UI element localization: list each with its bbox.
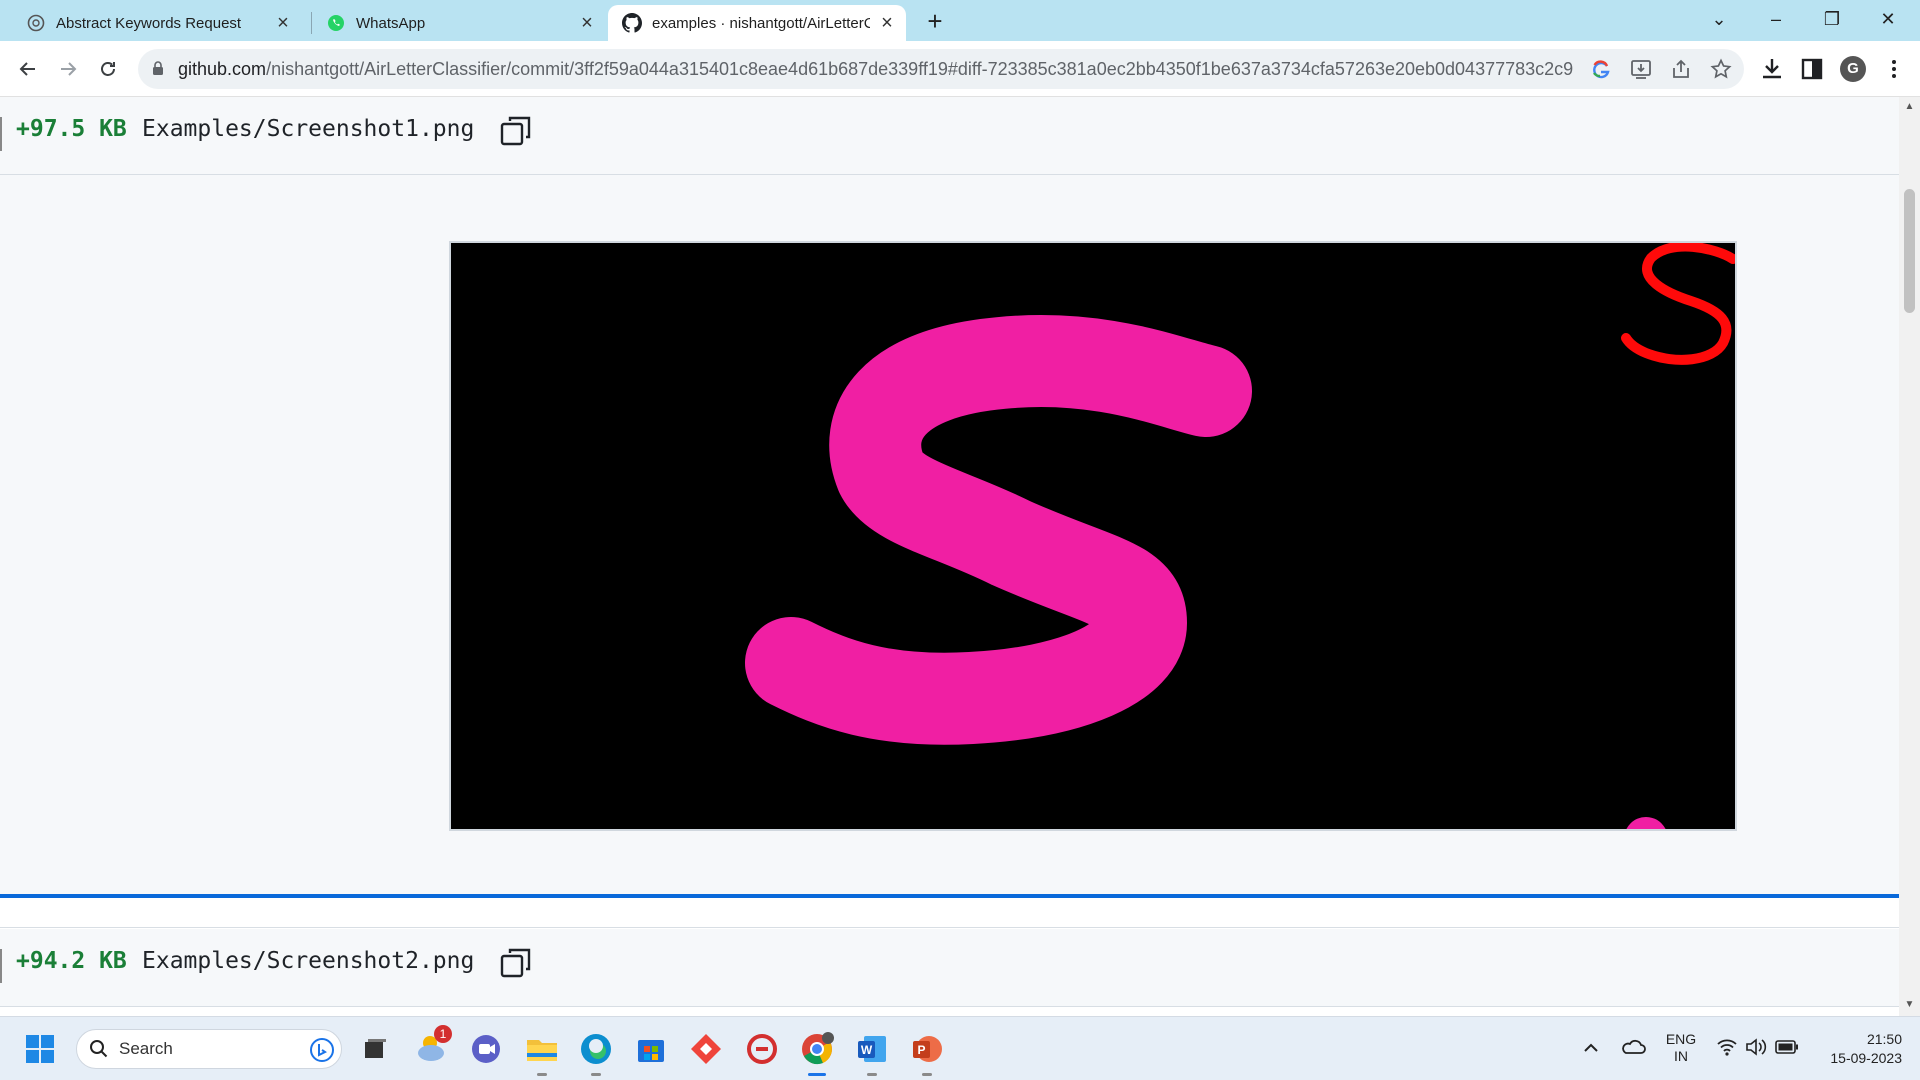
file-header: +97.5 KB Examples/Screenshot1.png: [0, 97, 1899, 175]
teams-chat-icon[interactable]: [468, 1031, 504, 1067]
search-icon: [90, 1040, 108, 1058]
close-tab-icon[interactable]: ×: [878, 13, 896, 33]
clock-date: 15-09-2023: [1830, 1050, 1902, 1066]
close-tab-icon[interactable]: ×: [578, 13, 596, 33]
minimize-button[interactable]: –: [1754, 4, 1798, 34]
windows-start-icon[interactable]: [22, 1031, 58, 1067]
address-bar[interactable]: github.com/nishantgott/AirLetterClassifi…: [138, 49, 1744, 89]
running-indicator: [867, 1073, 877, 1076]
scroll-up-arrow-icon[interactable]: ▲: [1904, 101, 1915, 113]
microsoft-store-icon[interactable]: [633, 1031, 669, 1067]
restore-button[interactable]: ❐: [1810, 4, 1854, 34]
copy-path-icon[interactable]: [498, 113, 534, 149]
new-tab-button[interactable]: +: [921, 7, 949, 35]
whatsapp-icon: [326, 13, 346, 33]
app-red-circle-icon[interactable]: [744, 1031, 780, 1067]
tab-whatsapp[interactable]: WhatsApp ×: [312, 5, 606, 41]
weather-widget[interactable]: 1: [412, 1025, 452, 1067]
reload-button[interactable]: [92, 53, 124, 85]
google-lens-icon[interactable]: [1590, 58, 1612, 80]
url-domain: github.com: [178, 59, 267, 79]
side-panel-icon[interactable]: [1798, 55, 1826, 83]
region-code: IN: [1674, 1048, 1688, 1064]
browser-toolbar: github.com/nishantgott/AirLetterClassifi…: [0, 41, 1920, 97]
file-name[interactable]: Examples/Screenshot1.png: [142, 97, 474, 167]
diff-content: +97.5 KB Examples/Screenshot1.png +94.2 …: [0, 97, 1899, 1016]
battery-icon[interactable]: [1775, 1039, 1799, 1055]
github-icon: [622, 13, 642, 33]
install-app-icon[interactable]: [1630, 58, 1652, 80]
image-preview: [449, 241, 1737, 831]
running-indicator: [537, 1073, 547, 1076]
share-icon[interactable]: [1670, 58, 1692, 80]
file-header-marker: [0, 949, 2, 983]
close-tab-icon[interactable]: ×: [274, 13, 292, 33]
page-scrollbar[interactable]: ▲ ▼: [1899, 97, 1920, 1016]
anydesk-icon[interactable]: [688, 1031, 724, 1067]
red-s-stroke: [1621, 243, 1735, 365]
file-separator: [0, 898, 1899, 928]
forward-button[interactable]: [52, 53, 84, 85]
more-menu-icon[interactable]: [1880, 55, 1908, 83]
powerpoint-icon[interactable]: P: [909, 1031, 945, 1067]
copy-path-icon[interactable]: [498, 945, 534, 981]
search-placeholder: Search: [119, 1039, 173, 1058]
scroll-down-arrow-icon[interactable]: ▼: [1904, 999, 1915, 1011]
tab-search-chevron-icon[interactable]: ⌄: [1697, 4, 1741, 34]
chatgpt-icon: [26, 13, 46, 33]
running-indicator: [922, 1073, 932, 1076]
language-code: ENG: [1665, 1031, 1697, 1047]
url-text[interactable]: github.com/nishantgott/AirLetterClassifi…: [178, 49, 1573, 89]
pink-dot-mark: [1626, 817, 1666, 829]
language-indicator[interactable]: ENG IN: [1662, 1031, 1700, 1065]
profile-avatar[interactable]: G: [1840, 56, 1866, 82]
file-explorer-icon[interactable]: [524, 1031, 560, 1067]
close-window-button[interactable]: ✕: [1866, 4, 1910, 34]
tab-title: examples · nishantgott/AirLetterC: [652, 14, 870, 32]
svg-text:P: P: [917, 1043, 925, 1057]
wifi-icon[interactable]: [1716, 1037, 1738, 1057]
tab-title: Abstract Keywords Request: [56, 14, 242, 32]
volume-icon[interactable]: [1745, 1037, 1767, 1057]
chrome-icon[interactable]: [799, 1031, 835, 1067]
weather-badge: 1: [434, 1025, 452, 1043]
tab-strip: Abstract Keywords Request × WhatsApp × e…: [0, 0, 1920, 41]
tab-abstract-keywords[interactable]: Abstract Keywords Request ×: [12, 5, 302, 41]
lock-icon: [153, 61, 163, 75]
file-header: +94.2 KB Examples/Screenshot2.png: [0, 929, 1899, 1007]
svg-text:W: W: [861, 1043, 873, 1057]
tab-github-examples[interactable]: examples · nishantgott/AirLetterC ×: [608, 5, 906, 41]
drawn-letter-s-image: [745, 243, 1735, 829]
clock[interactable]: 21:50 15-09-2023: [1812, 1030, 1902, 1068]
show-hidden-icons-chevron-icon[interactable]: [1582, 1041, 1600, 1055]
active-app-indicator: [808, 1073, 826, 1076]
file-size-change: +94.2 KB: [16, 948, 127, 974]
word-icon[interactable]: W: [854, 1031, 890, 1067]
file-header-marker: [0, 117, 2, 151]
clock-time: 21:50: [1866, 1031, 1902, 1047]
onedrive-cloud-icon[interactable]: [1620, 1037, 1646, 1057]
pink-s-stroke: [745, 314, 1252, 745]
file-size-change: +97.5 KB: [16, 116, 127, 142]
windows-taskbar: Search 1 W P ENG IN 21:50 15-09-2023: [0, 1016, 1920, 1080]
bing-icon[interactable]: [309, 1037, 335, 1063]
file-name[interactable]: Examples/Screenshot2.png: [142, 929, 474, 999]
taskbar-search[interactable]: Search: [76, 1029, 342, 1069]
task-view-icon[interactable]: [356, 1031, 392, 1067]
tab-title: WhatsApp: [356, 14, 426, 32]
running-indicator: [591, 1073, 601, 1076]
back-button[interactable]: [12, 53, 44, 85]
scrollbar-thumb[interactable]: [1904, 189, 1915, 313]
edge-icon[interactable]: [578, 1031, 614, 1067]
bookmark-star-icon[interactable]: [1710, 58, 1732, 80]
url-path: /nishantgott/AirLetterClassifier/commit/…: [266, 59, 1573, 79]
downloads-icon[interactable]: [1758, 55, 1786, 83]
